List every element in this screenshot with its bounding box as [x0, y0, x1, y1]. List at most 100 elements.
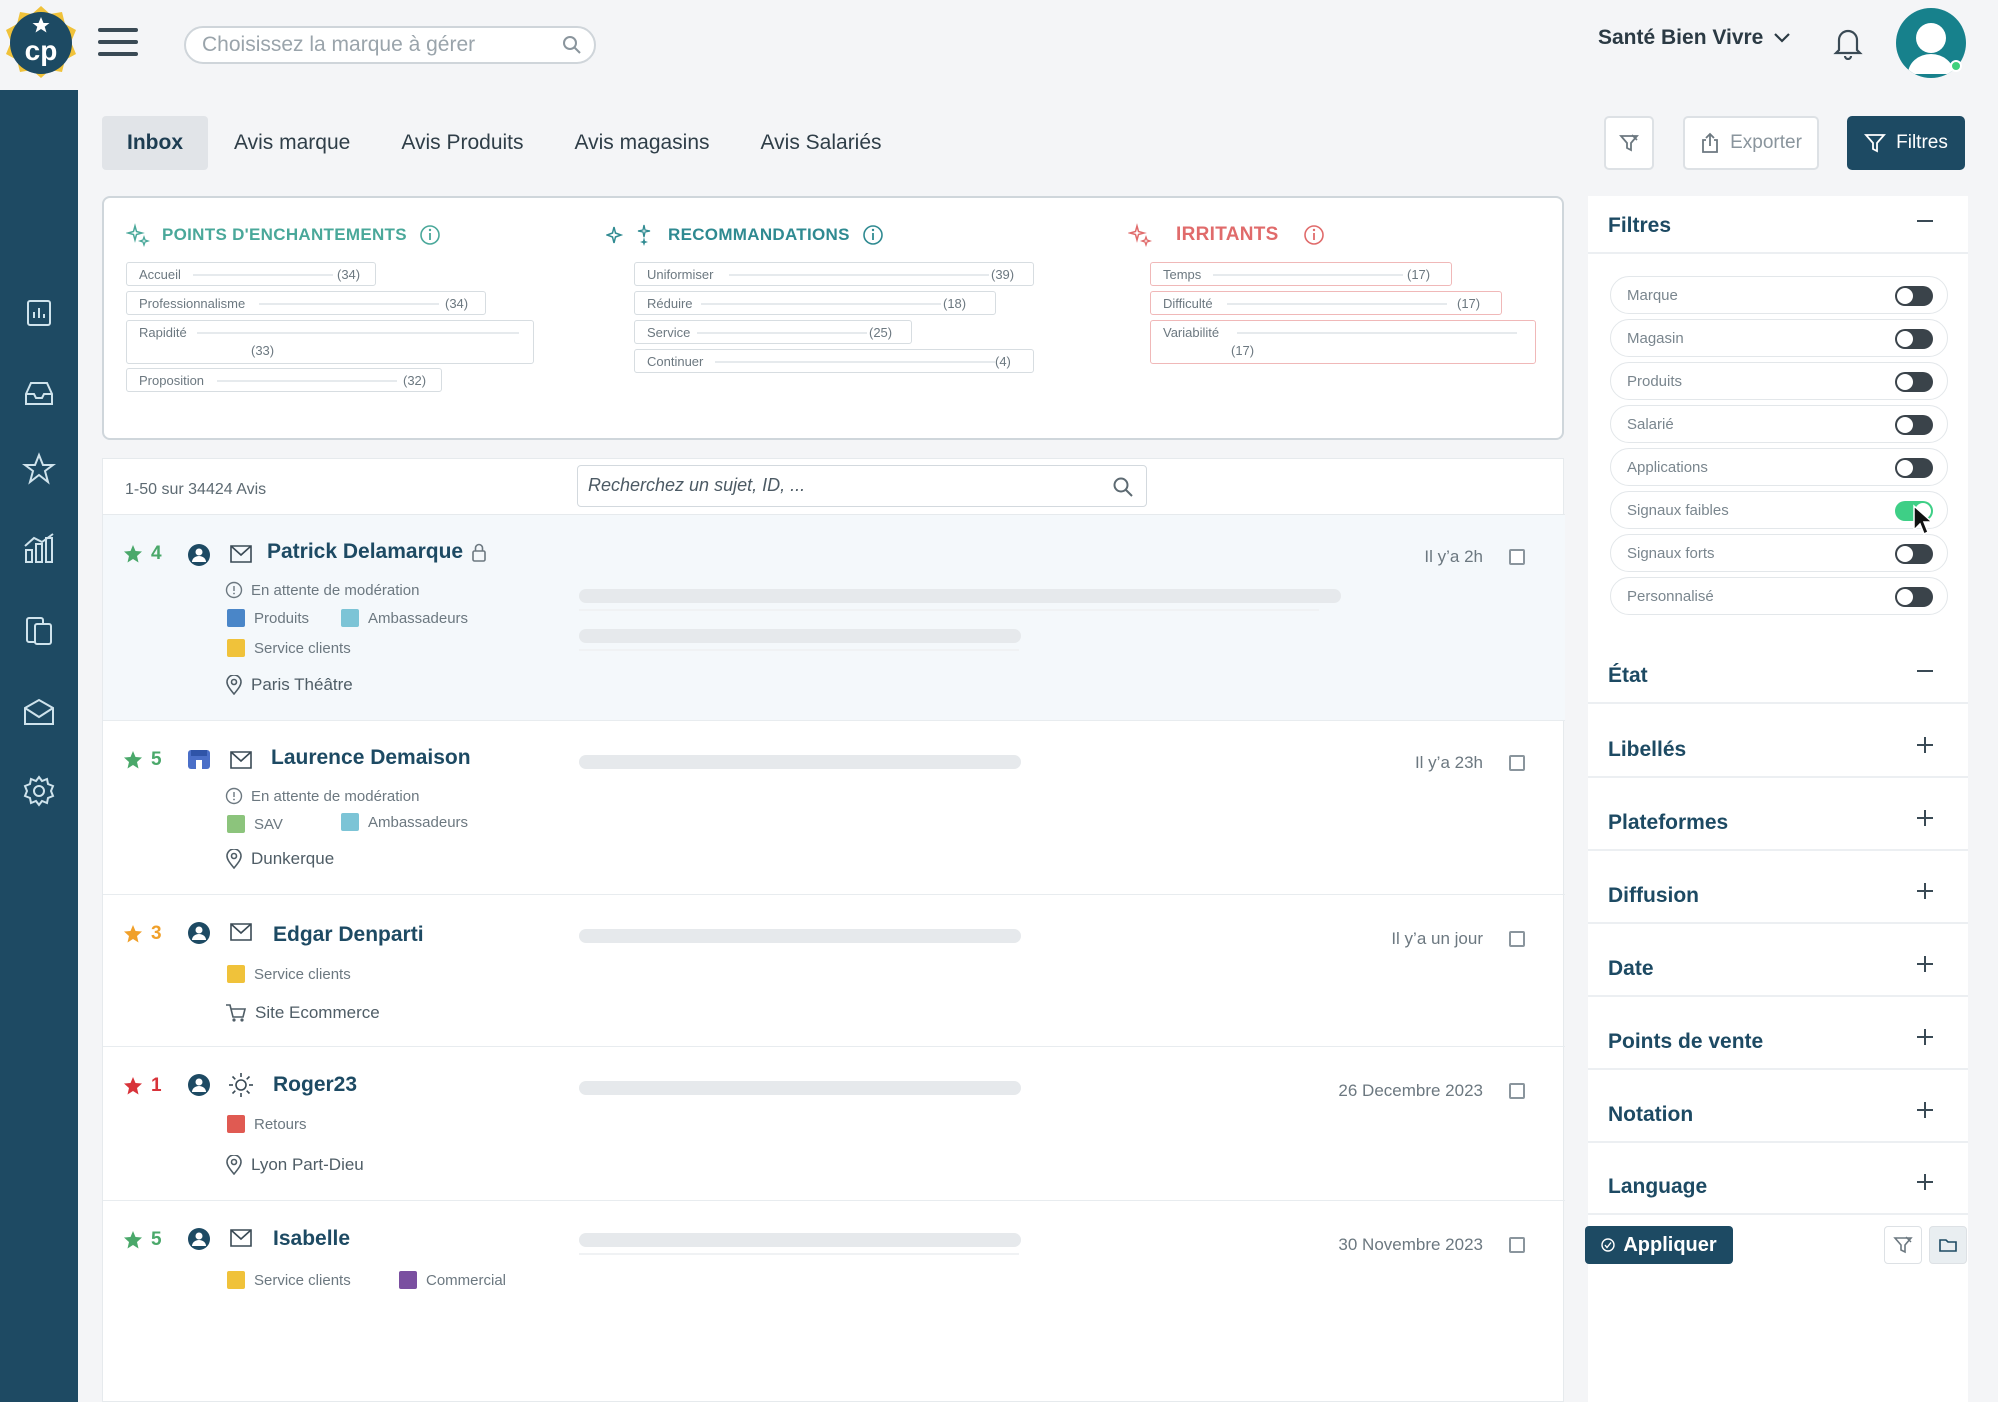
- review-row[interactable]: 3 Edgar Denparti Service clients Site Ec…: [103, 895, 1565, 1047]
- reset-filters-button[interactable]: [1884, 1226, 1922, 1264]
- dashboard-icon[interactable]: [22, 296, 56, 330]
- review-row[interactable]: 5 Isabelle Service clients Commercial 30…: [103, 1201, 1565, 1311]
- insight-item[interactable]: Rapidité (33): [126, 320, 534, 364]
- tab-avis-salaries[interactable]: Avis Salariés: [736, 116, 907, 170]
- review-list: 1-50 sur 34424 Avis 4 Patrick Delamarque…: [102, 458, 1565, 1402]
- expand-icon[interactable]: [1914, 807, 1936, 829]
- toggle-switch[interactable]: [1895, 286, 1933, 306]
- toggle-switch[interactable]: [1895, 415, 1933, 435]
- filter-toggle-personnalise[interactable]: Personnalisé: [1610, 577, 1948, 615]
- expand-icon[interactable]: [1914, 1026, 1936, 1048]
- expand-icon[interactable]: [1914, 880, 1936, 902]
- section-date[interactable]: Date: [1588, 939, 1968, 997]
- menu-icon[interactable]: [98, 28, 138, 60]
- review-search[interactable]: [577, 465, 1147, 507]
- insight-item[interactable]: Professionnalisme (34): [126, 291, 486, 315]
- info-icon[interactable]: [1303, 224, 1325, 246]
- insight-item[interactable]: Uniformiser (39): [634, 262, 1034, 286]
- filter-toggle-produits[interactable]: Produits: [1610, 362, 1948, 400]
- clear-filter-button[interactable]: [1604, 116, 1654, 170]
- search-icon[interactable]: [1112, 476, 1134, 498]
- insight-item[interactable]: Variabilité (17): [1150, 320, 1536, 364]
- save-filters-button[interactable]: [1929, 1226, 1967, 1264]
- insight-item[interactable]: Service (25): [634, 320, 912, 344]
- info-icon[interactable]: [862, 224, 884, 246]
- reviewer-name[interactable]: Roger23: [273, 1073, 357, 1097]
- tab-avis-produits[interactable]: Avis Produits: [376, 116, 548, 170]
- review-checkbox[interactable]: [1509, 549, 1525, 565]
- tag[interactable]: SAV: [227, 815, 283, 833]
- account-selector[interactable]: Santé Bien Vivre: [1598, 26, 1791, 50]
- filter-toggle-salarie[interactable]: Salarié: [1610, 405, 1948, 443]
- filter-toggle-marque[interactable]: Marque: [1610, 276, 1948, 314]
- toggle-switch[interactable]: [1895, 329, 1933, 349]
- insight-item[interactable]: Accueil (34): [126, 262, 376, 286]
- tag[interactable]: Ambassadeurs: [341, 813, 468, 831]
- review-checkbox[interactable]: [1509, 1083, 1525, 1099]
- reviewer-name[interactable]: Laurence Demaison: [271, 746, 471, 770]
- tag[interactable]: Service clients: [227, 1271, 351, 1289]
- toggle-switch[interactable]: [1895, 544, 1933, 564]
- collapse-icon[interactable]: [1914, 210, 1936, 232]
- tab-avis-marque[interactable]: Avis marque: [209, 116, 375, 170]
- collapse-icon[interactable]: [1914, 660, 1936, 682]
- section-language[interactable]: Language: [1588, 1157, 1968, 1215]
- tag[interactable]: Commercial: [399, 1271, 506, 1289]
- review-checkbox[interactable]: [1509, 931, 1525, 947]
- tag[interactable]: Retours: [227, 1115, 307, 1133]
- export-button[interactable]: Exporter: [1683, 116, 1819, 170]
- insight-item[interactable]: Proposition (32): [126, 368, 442, 392]
- star-icon[interactable]: [22, 452, 56, 486]
- tab-inbox[interactable]: Inbox: [102, 116, 208, 170]
- review-search-input[interactable]: [578, 466, 1078, 504]
- insight-item[interactable]: Réduire (18): [634, 291, 996, 315]
- brand-search-input[interactable]: [186, 28, 536, 62]
- section-libelles[interactable]: Libellés: [1588, 720, 1968, 778]
- filter-toggle-signaux-faibles[interactable]: Signaux faibles: [1610, 491, 1948, 529]
- expand-icon[interactable]: [1914, 1171, 1936, 1193]
- bell-icon[interactable]: [1833, 26, 1863, 60]
- insight-item[interactable]: Continuer (4): [634, 349, 1034, 373]
- toggle-switch[interactable]: [1895, 372, 1933, 392]
- tag[interactable]: Service clients: [227, 639, 351, 657]
- reviewer-name[interactable]: Patrick Delamarque: [267, 540, 463, 564]
- review-checkbox[interactable]: [1509, 755, 1525, 771]
- review-row[interactable]: 4 Patrick Delamarque En attente de modér…: [103, 515, 1565, 721]
- section-points-de-vente[interactable]: Points de vente: [1588, 1012, 1968, 1070]
- insight-item[interactable]: Difficulté (17): [1150, 291, 1502, 315]
- review-row[interactable]: 5 Laurence Demaison En attente de modéra…: [103, 721, 1565, 895]
- filter-toggle-applications[interactable]: Applications: [1610, 448, 1948, 486]
- expand-icon[interactable]: [1914, 953, 1936, 975]
- reviewer-name[interactable]: Edgar Denparti: [273, 923, 424, 947]
- filter-icon: [1864, 134, 1887, 153]
- insight-item[interactable]: Temps (17): [1150, 262, 1452, 286]
- reports-icon[interactable]: [22, 614, 56, 648]
- section-notation[interactable]: Notation: [1588, 1085, 1968, 1143]
- section-etat[interactable]: État: [1588, 646, 1968, 704]
- section-diffusion[interactable]: Diffusion: [1588, 866, 1968, 924]
- settings-icon[interactable]: [22, 774, 56, 808]
- search-icon[interactable]: [562, 35, 582, 55]
- info-icon[interactable]: [419, 224, 441, 246]
- analytics-icon[interactable]: [22, 532, 56, 566]
- brand-search[interactable]: [184, 26, 596, 64]
- toggle-switch[interactable]: [1895, 587, 1933, 607]
- tab-avis-magasins[interactable]: Avis magasins: [550, 116, 735, 170]
- tag[interactable]: Ambassadeurs: [341, 609, 468, 627]
- tag[interactable]: Service clients: [227, 965, 351, 983]
- filters-button[interactable]: Filtres: [1847, 116, 1965, 170]
- expand-icon[interactable]: [1914, 734, 1936, 756]
- filter-toggle-magasin[interactable]: Magasin: [1610, 319, 1948, 357]
- expand-icon[interactable]: [1914, 1099, 1936, 1121]
- campaign-icon[interactable]: [22, 694, 56, 728]
- brand-logo[interactable]: cp: [2, 4, 80, 82]
- review-checkbox[interactable]: [1509, 1237, 1525, 1253]
- tag[interactable]: Produits: [227, 609, 309, 627]
- section-plateformes[interactable]: Plateformes: [1588, 793, 1968, 851]
- apply-button[interactable]: Appliquer: [1585, 1226, 1733, 1264]
- reviewer-name[interactable]: Isabelle: [273, 1227, 350, 1251]
- toggle-switch[interactable]: [1895, 458, 1933, 478]
- review-row[interactable]: 1 Roger23 Retours Lyon Part-Dieu 26 Dece…: [103, 1047, 1565, 1201]
- inbox-icon[interactable]: [22, 376, 56, 410]
- filter-toggle-signaux-forts[interactable]: Signaux forts: [1610, 534, 1948, 572]
